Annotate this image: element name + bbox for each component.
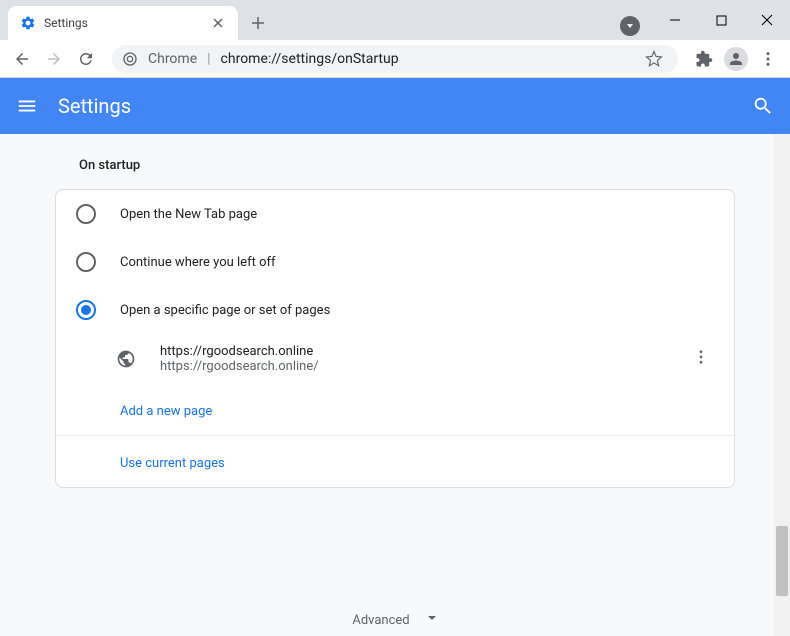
window-titlebar: Settings [0,0,790,40]
advanced-label: Advanced [352,613,409,628]
add-page-link[interactable]: Add a new page [120,404,212,419]
scrollbar[interactable] [774,134,790,636]
settings-gear-icon [20,15,36,31]
more-actions-icon[interactable] [688,344,714,374]
advanced-toggle[interactable]: Advanced [0,612,790,628]
use-current-link[interactable]: Use current pages [120,456,225,471]
startup-page-name: https://rgoodsearch.online [160,344,664,359]
radio-icon[interactable] [76,300,96,320]
settings-content: On startup Open the New Tab page Continu… [0,134,790,636]
settings-header: Settings [0,78,790,134]
window-controls [652,0,790,40]
chrome-icon [122,51,138,67]
radio-option-newtab[interactable]: Open the New Tab page [56,190,734,238]
forward-button[interactable] [40,45,68,73]
radio-label: Open a specific page or set of pages [120,303,330,318]
browser-toolbar: Chrome | chrome://settings/onStartup [0,40,790,78]
omnibox-origin: Chrome [148,51,197,67]
startup-page-row: https://rgoodsearch.online https://rgood… [56,334,734,384]
extensions-icon[interactable] [690,45,718,73]
tab-title: Settings [44,16,202,30]
download-indicator-icon[interactable] [620,16,640,36]
search-icon[interactable] [752,95,774,117]
radio-icon[interactable] [76,204,96,224]
close-tab-icon[interactable] [210,15,226,31]
globe-icon [116,349,136,369]
radio-label: Continue where you left off [120,255,276,270]
radio-option-specific[interactable]: Open a specific page or set of pages [56,286,734,334]
radio-icon[interactable] [76,252,96,272]
hamburger-menu-icon[interactable] [16,95,38,117]
close-window-button[interactable] [744,0,790,40]
startup-page-url: https://rgoodsearch.online/ [160,359,664,374]
scroll-thumb[interactable] [776,526,788,596]
profile-avatar[interactable] [722,45,750,73]
chrome-menu-icon[interactable] [754,45,782,73]
browser-tab[interactable]: Settings [8,6,238,40]
use-current-row[interactable]: Use current pages [56,435,734,487]
page-title: Settings [58,94,732,118]
reload-button[interactable] [72,45,100,73]
radio-option-continue[interactable]: Continue where you left off [56,238,734,286]
section-title: On startup [55,158,735,189]
new-tab-button[interactable] [244,9,272,37]
minimize-button[interactable] [652,0,698,40]
add-page-row[interactable]: Add a new page [56,384,734,435]
address-bar[interactable]: Chrome | chrome://settings/onStartup [112,45,678,73]
maximize-button[interactable] [698,0,744,40]
bookmark-star-icon[interactable] [640,45,668,73]
back-button[interactable] [8,45,36,73]
radio-label: Open the New Tab page [120,207,257,222]
omnibox-url: chrome://settings/onStartup [221,51,399,67]
startup-card: Open the New Tab page Continue where you… [55,189,735,488]
chevron-down-icon [426,612,438,628]
